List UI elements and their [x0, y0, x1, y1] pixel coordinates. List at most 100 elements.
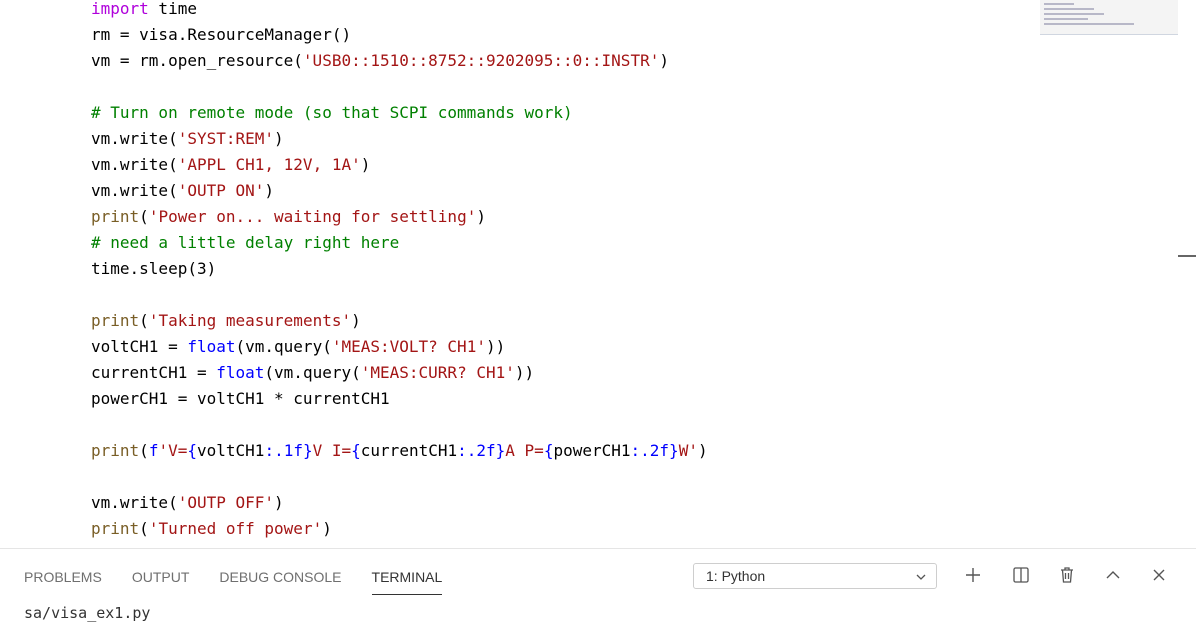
code-line[interactable]: 15voltCH1 = float(vm.query('MEAS:VOLT? C…: [0, 334, 1030, 360]
code-line[interactable]: 12time.sleep(3): [0, 256, 1030, 282]
maximize-panel-button[interactable]: [1102, 564, 1124, 586]
code-token: ): [659, 51, 669, 70]
code-line[interactable]: 14print('Taking measurements'): [0, 308, 1030, 334]
tab-terminal[interactable]: TERMINAL: [371, 565, 442, 595]
code-token: currentCH1: [360, 441, 458, 460]
code-text: import time: [91, 0, 197, 22]
code-text: vm.write('APPL CH1, 12V, 1A'): [91, 152, 370, 178]
terminal-select[interactable]: 1: Python: [693, 563, 937, 589]
code-token: W': [678, 441, 698, 460]
code-token: ): [476, 207, 486, 226]
code-token: vm.write(: [91, 493, 178, 512]
split-terminal-button[interactable]: [1010, 564, 1032, 586]
code-token: print: [91, 519, 140, 538]
code-line[interactable]: 17powerCH1 = voltCH1 * currentCH1: [0, 386, 1030, 412]
code-token: 'MEAS:CURR? CH1': [360, 363, 515, 382]
code-text: # Turn on remote mode (so that SCPI comm…: [91, 100, 573, 126]
code-text: print(f'V={voltCH1:.1f}V I={currentCH1:.…: [91, 438, 708, 464]
tab-debug-console[interactable]: DEBUG CONSOLE: [219, 565, 341, 593]
code-token: 'SYST:REM': [177, 129, 275, 148]
code-token: vm.write(: [91, 155, 178, 174]
code-text: print('Turned off power'): [91, 516, 332, 542]
code-line[interactable]: 19print(f'V={voltCH1:.1f}V I={currentCH1…: [0, 438, 1030, 464]
code-line[interactable]: 11# need a little delay right here: [0, 230, 1030, 256]
code-token: voltCH1 =: [91, 337, 188, 356]
code-token: (: [139, 311, 149, 330]
code-line[interactable]: 4vm = rm.open_resource('USB0::1510::8752…: [0, 48, 1030, 74]
code-token: :.2f}: [457, 441, 506, 460]
close-icon: [1153, 569, 1165, 581]
code-token: :.2f}: [630, 441, 679, 460]
split-icon: [1013, 567, 1029, 583]
code-text: currentCH1 = float(vm.query('MEAS:CURR? …: [91, 360, 534, 386]
panel-tabs: PROBLEMS OUTPUT DEBUG CONSOLE TERMINAL: [24, 565, 472, 595]
code-line[interactable]: 21vm.write('OUTP OFF'): [0, 490, 1030, 516]
code-token: :.1f}: [264, 441, 313, 460]
code-token: A P=: [505, 441, 544, 460]
tab-output[interactable]: OUTPUT: [132, 565, 190, 593]
code-editor[interactable]: 2import time3rm = visa.ResourceManager()…: [0, 0, 1196, 548]
code-line[interactable]: 5: [0, 74, 1030, 100]
code-token: (vm.query(: [235, 337, 332, 356]
code-token: import: [91, 0, 149, 18]
add-terminal-button[interactable]: [962, 564, 984, 586]
code-text: rm = visa.ResourceManager(): [91, 22, 351, 48]
code-token: {: [187, 441, 197, 460]
code-token: {: [543, 441, 554, 460]
code-token: (: [139, 441, 149, 460]
editor-scrollbar-thumb[interactable]: [1178, 255, 1196, 257]
code-token: powerCH1 = voltCH1 * currentCH1: [91, 389, 390, 408]
code-line[interactable]: 13: [0, 282, 1030, 308]
bottom-panel: PROBLEMS OUTPUT DEBUG CONSOLE TERMINAL s…: [0, 548, 1196, 629]
code-token: print: [91, 311, 140, 330]
close-panel-button[interactable]: [1148, 564, 1170, 586]
code-line[interactable]: 16currentCH1 = float(vm.query('MEAS:CURR…: [0, 360, 1030, 386]
code-text: print('Taking measurements'): [91, 308, 361, 334]
code-line[interactable]: 8vm.write('APPL CH1, 12V, 1A'): [0, 152, 1030, 178]
code-token: )): [514, 363, 535, 382]
code-text: vm.write('OUTP OFF'): [91, 490, 284, 516]
code-token: 'V=: [158, 441, 188, 460]
tab-problems[interactable]: PROBLEMS: [24, 565, 102, 593]
code-line[interactable]: 10print('Power on... waiting for settlin…: [0, 204, 1030, 230]
trash-icon: [1061, 567, 1073, 583]
code-text: voltCH1 = float(vm.query('MEAS:VOLT? CH1…: [91, 334, 505, 360]
code-line[interactable]: 7vm.write('SYST:REM'): [0, 126, 1030, 152]
terminal-line: sa/visa_ex1.py: [24, 604, 151, 622]
code-token: ): [274, 129, 284, 148]
code-token: time: [148, 0, 197, 18]
minimap[interactable]: [1040, 0, 1178, 36]
code-line[interactable]: 20: [0, 464, 1030, 490]
code-token: 'OUTP OFF': [177, 493, 275, 512]
code-text: time.sleep(3): [91, 256, 216, 282]
code-token: float: [216, 363, 265, 382]
code-token: # need a little delay right here: [91, 233, 400, 252]
code-line[interactable]: 2import time: [0, 0, 1030, 22]
code-token: 'Power on... waiting for settling': [148, 207, 477, 226]
code-token: V I=: [312, 441, 352, 460]
code-text: vm.write('SYST:REM'): [91, 126, 284, 152]
code-token: rm = visa.ResourceManager(): [91, 25, 352, 44]
code-line[interactable]: 9vm.write('OUTP ON'): [0, 178, 1030, 204]
code-token: # Turn on remote mode (so that SCPI comm…: [91, 103, 573, 122]
code-token: vm.write(: [91, 181, 178, 200]
code-token: time.sleep(3): [91, 259, 217, 278]
code-token: ): [322, 519, 332, 538]
code-token: powerCH1: [553, 441, 631, 460]
code-token: (: [139, 519, 149, 538]
code-token: {: [351, 441, 361, 460]
code-line[interactable]: 6# Turn on remote mode (so that SCPI com…: [0, 100, 1030, 126]
code-token: ): [697, 441, 708, 460]
code-line[interactable]: 22print('Turned off power'): [0, 516, 1030, 542]
terminal-select-value: 1: Python: [706, 568, 766, 584]
code-text: vm = rm.open_resource('USB0::1510::8752:…: [91, 48, 669, 74]
code-token: f: [148, 441, 159, 460]
code-token: 'USB0::1510::8752::9202095::0::INSTR': [302, 51, 660, 70]
code-line[interactable]: 18: [0, 412, 1030, 438]
kill-terminal-button[interactable]: [1056, 564, 1078, 586]
code-token: ): [351, 311, 361, 330]
code-token: 'Taking measurements': [148, 311, 352, 330]
code-token: ): [264, 181, 275, 200]
code-line[interactable]: 3rm = visa.ResourceManager(): [0, 22, 1030, 48]
code-text: vm.write('OUTP ON'): [91, 178, 274, 204]
